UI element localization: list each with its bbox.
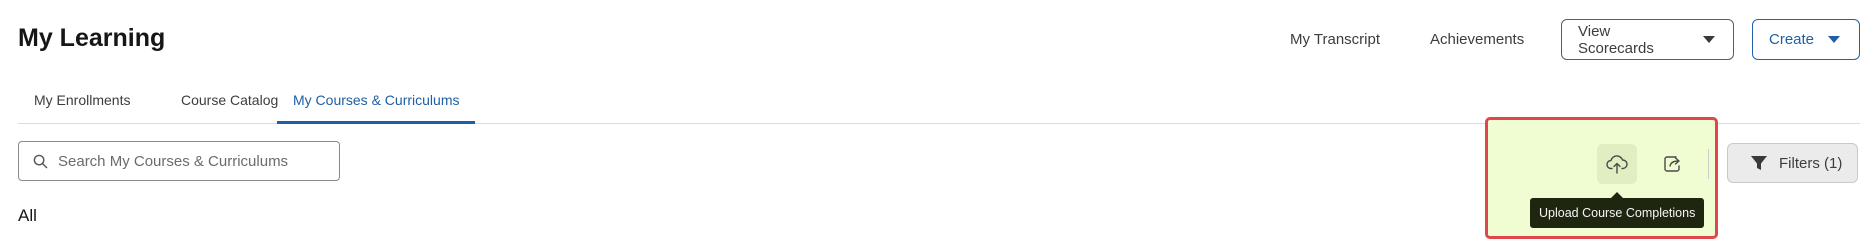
tab-my-enrollments[interactable]: My Enrollments bbox=[18, 80, 146, 124]
export-button[interactable] bbox=[1654, 144, 1694, 184]
toolbar-divider bbox=[1708, 149, 1709, 179]
achievements-link[interactable]: Achievements bbox=[1430, 19, 1524, 60]
page-title: My Learning bbox=[18, 24, 166, 52]
section-label-all: All bbox=[18, 206, 37, 225]
tab-my-courses-curriculums[interactable]: My Courses & Curriculums bbox=[277, 80, 476, 124]
create-label: Create bbox=[1769, 31, 1815, 48]
filters-button[interactable]: Filters (1) bbox=[1727, 143, 1858, 183]
view-scorecards-button[interactable]: View Scorecards bbox=[1561, 19, 1734, 60]
export-icon bbox=[1664, 156, 1680, 172]
upload-course-completions-button[interactable] bbox=[1597, 144, 1637, 184]
tab-course-catalog[interactable]: Course Catalog bbox=[165, 80, 294, 124]
search-box[interactable] bbox=[18, 141, 340, 181]
my-transcript-link[interactable]: My Transcript bbox=[1290, 19, 1380, 60]
funnel-icon bbox=[1751, 156, 1767, 170]
view-scorecards-label: View Scorecards bbox=[1578, 22, 1654, 57]
cloud-upload-icon bbox=[1606, 155, 1628, 174]
chevron-down-icon bbox=[1828, 36, 1841, 43]
filters-label: Filters (1) bbox=[1779, 154, 1843, 172]
search-input[interactable] bbox=[58, 152, 328, 170]
upload-tooltip: Upload Course Completions bbox=[1530, 198, 1705, 228]
search-icon bbox=[33, 154, 48, 168]
create-button[interactable]: Create bbox=[1752, 19, 1860, 60]
chevron-down-icon bbox=[1703, 36, 1715, 43]
